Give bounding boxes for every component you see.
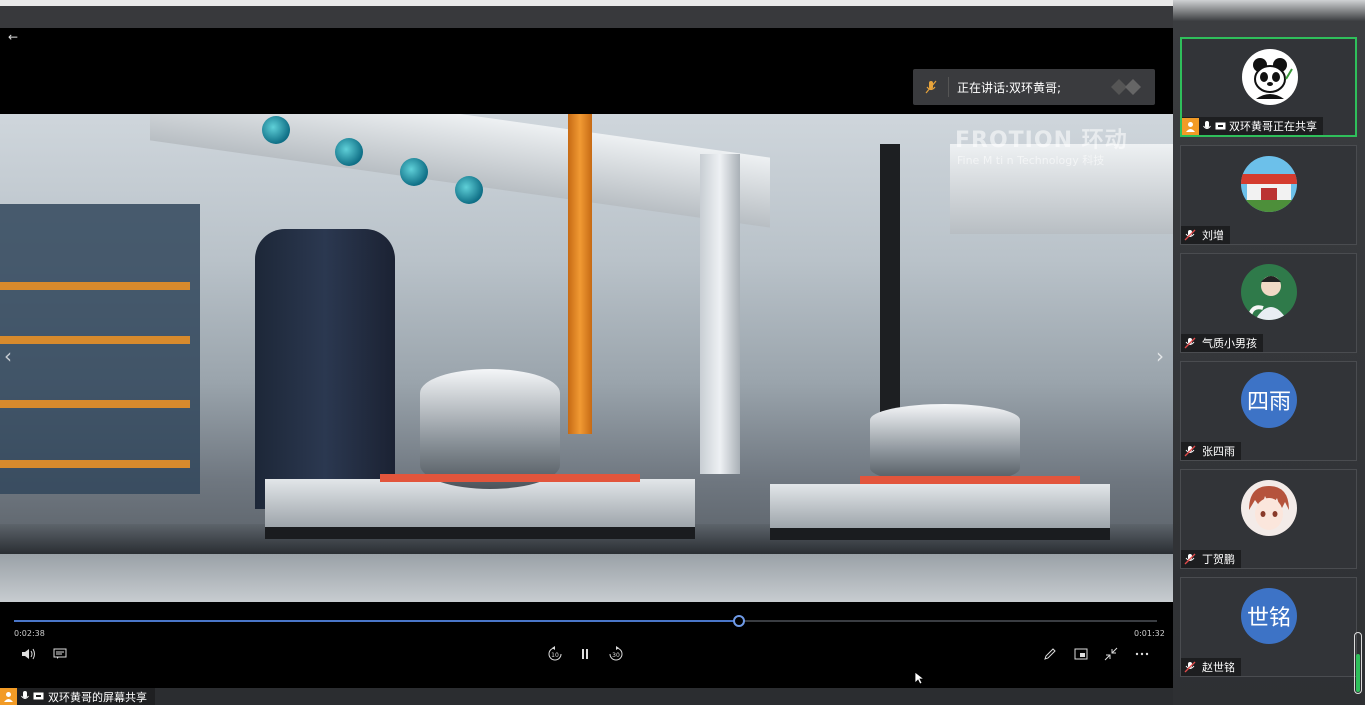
red-pad (860, 476, 1080, 484)
participant-tile[interactable]: 世铭赵世铭 (1180, 577, 1357, 677)
video-frame[interactable]: FROTION 环动 Fine M ti n Technology 科技 ‹ › (0, 114, 1173, 602)
blue-knob (455, 176, 483, 204)
participant-namebar: 张四雨 (1181, 442, 1241, 460)
forward-label: 30 (612, 652, 620, 659)
screen-share-label: 双环黄哥的屏幕共享 (0, 688, 155, 705)
shelf-frame (0, 204, 200, 494)
tray-right (770, 484, 1110, 540)
aluminum-post (700, 154, 740, 474)
pause-icon[interactable] (578, 646, 592, 662)
rewind-10-icon[interactable]: 10 (546, 646, 564, 662)
participant-namebar: 丁贺鹏 (1181, 550, 1241, 568)
participant-tile[interactable]: 四雨张四雨 (1180, 361, 1357, 461)
panel-scrollbar[interactable] (1354, 632, 1362, 694)
participant-name: 丁贺鹏 (1202, 553, 1235, 566)
avatar-initials: 世铭 (1246, 606, 1291, 631)
machine-beam (150, 114, 770, 228)
progress-handle[interactable] (732, 615, 745, 627)
participant-name: 张四雨 (1202, 445, 1235, 458)
participant-name: 气质小男孩 (1202, 337, 1257, 350)
user-icon (0, 688, 17, 705)
progress-fill (14, 620, 739, 622)
participant-name: 双环黄哥正在共享 (1229, 120, 1317, 133)
progress-bar[interactable] (14, 615, 1157, 627)
participant-name: 赵世铭 (1202, 661, 1235, 674)
video-watermark: FROTION 环动 (955, 128, 1128, 153)
participant-tile[interactable]: 丁贺鹏 (1180, 469, 1357, 569)
participant-tile[interactable]: 双环黄哥正在共享 (1180, 37, 1357, 137)
shelf-bar (0, 460, 190, 468)
meeting-app: ← 正在讲话:双环黄哥; FROTION 环动 Fine M ti n Tech… (0, 0, 1365, 705)
avatar: 世铭 (1241, 588, 1297, 644)
chevron-left-icon[interactable]: ‹ (4, 344, 12, 368)
user-icon (1182, 117, 1199, 135)
participant-tile[interactable]: 气质小男孩 (1180, 253, 1357, 353)
blue-knob (262, 116, 290, 144)
more-icon[interactable] (1133, 646, 1151, 662)
avatar (1241, 156, 1297, 212)
volume-icon[interactable] (20, 646, 38, 662)
red-pad (380, 474, 640, 482)
participant-name: 刘增 (1202, 229, 1224, 242)
avatar (1241, 264, 1297, 320)
participant-namebar: 刘增 (1181, 226, 1230, 244)
mic-muted-icon (1181, 226, 1199, 244)
avatar: 四雨 (1241, 372, 1297, 428)
screen-share-text: 双环黄哥的屏幕共享 (48, 690, 147, 704)
exit-fullscreen-icon[interactable] (1103, 646, 1119, 662)
mic-muted-icon (1181, 442, 1199, 460)
shelf-bar (0, 400, 190, 408)
bearing-assembly-right (870, 404, 1020, 484)
blue-knob (400, 158, 428, 186)
picture-in-picture-icon[interactable] (1073, 646, 1089, 662)
speaking-label: 正在讲话:双环黄哥; (957, 80, 1062, 95)
mic-muted-icon (1181, 658, 1199, 676)
worker-figure (255, 229, 395, 509)
bearing-assembly-left (420, 369, 560, 489)
speaking-indicator: 正在讲话:双环黄哥; (913, 69, 1155, 105)
participant-namebar: 气质小男孩 (1181, 334, 1263, 352)
mic-muted-icon (1181, 334, 1199, 352)
pen-icon[interactable] (1042, 646, 1058, 662)
mic-icon (21, 691, 29, 702)
speaking-wave-icon (1111, 79, 1141, 95)
rewind-label: 10 (551, 652, 559, 659)
scrollbar-thumb[interactable] (1356, 654, 1360, 692)
screen-share-icon (1215, 122, 1226, 131)
avatar (1242, 49, 1298, 105)
video-watermark-sub: Fine M ti n Technology 科技 (957, 154, 1105, 167)
mic-muted-icon (1181, 550, 1199, 568)
participant-namebar: 赵世铭 (1181, 658, 1241, 676)
chevron-right-icon[interactable]: › (1156, 344, 1164, 368)
blue-knob (335, 138, 363, 166)
elapsed-time: 0:02:38 (14, 629, 45, 638)
shared-screen-stage: ← 正在讲话:双环黄哥; FROTION 环动 Fine M ti n Tech… (0, 28, 1173, 688)
orange-post (568, 114, 592, 434)
participants-panel: 双环黄哥正在共享刘增气质小男孩四雨张四雨丁贺鹏世铭赵世铭 (1173, 0, 1365, 705)
participant-namebar: 双环黄哥正在共享 (1182, 117, 1323, 135)
mic-muted-icon (913, 77, 949, 97)
mic-icon (1203, 120, 1211, 132)
back-arrow-icon[interactable]: ← (8, 30, 18, 44)
top-bar (0, 0, 1173, 28)
conveyor-base (0, 554, 1173, 602)
forward-30-icon[interactable]: 30 (607, 646, 625, 662)
bottom-bar: 双环黄哥的屏幕共享 (0, 688, 1173, 705)
captions-icon[interactable] (52, 646, 68, 662)
remaining-time: 0:01:32 (1134, 629, 1165, 638)
mouse-cursor-icon (914, 671, 924, 685)
avatar-initials: 四雨 (1246, 390, 1291, 415)
screen-share-icon (33, 692, 44, 701)
participant-tile[interactable]: 刘增 (1180, 145, 1357, 245)
avatar (1241, 480, 1297, 536)
shelf-bar (0, 336, 190, 344)
shelf-bar (0, 282, 190, 290)
